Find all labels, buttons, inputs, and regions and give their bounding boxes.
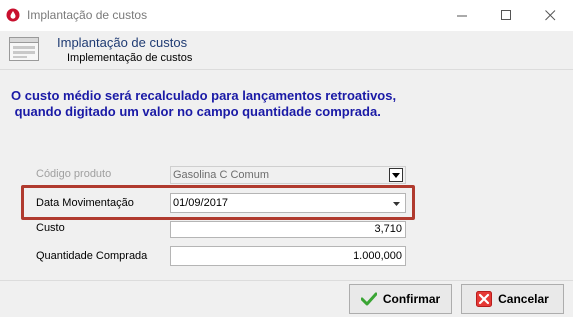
confirm-button[interactable]: Confirmar	[349, 284, 452, 314]
cancel-button[interactable]: Cancelar	[461, 284, 564, 314]
minimize-button[interactable]	[440, 0, 484, 31]
header-title: Implantação de custos	[57, 35, 188, 50]
cost-input[interactable]: 3,710	[170, 221, 406, 238]
cost-label: Custo	[36, 222, 65, 234]
app-drop-icon	[6, 8, 20, 22]
movement-date-value: 01/09/2017	[173, 197, 229, 209]
check-icon	[360, 292, 377, 306]
chevron-down-icon	[392, 172, 400, 178]
confirm-button-label: Confirmar	[382, 292, 441, 306]
close-icon	[544, 10, 555, 21]
chevron-down-icon[interactable]	[393, 202, 400, 206]
form-window-icon	[9, 37, 39, 61]
quantity-value: 1.000,000	[353, 250, 402, 262]
quantity-label: Quantidade Comprada	[36, 250, 148, 262]
movement-date-picker[interactable]: 01/09/2017	[170, 193, 406, 213]
cancel-button-label: Cancelar	[498, 292, 549, 306]
maximize-button[interactable]	[484, 0, 528, 31]
quantity-input[interactable]: 1.000,000	[170, 246, 406, 266]
product-code-value: Gasolina C Comum	[173, 169, 269, 181]
minimize-icon	[456, 15, 467, 17]
close-button[interactable]	[528, 0, 572, 31]
product-dropdown-button[interactable]	[389, 168, 403, 182]
header-subtitle: Implementação de custos	[67, 52, 193, 64]
cost-value: 3,710	[374, 223, 402, 235]
notice-text: O custo médio será recalculado para lanç…	[11, 88, 397, 119]
window-title: Implantação de custos	[27, 8, 148, 22]
product-code-combo[interactable]: Gasolina C Comum	[170, 166, 406, 184]
cancel-x-icon	[476, 291, 493, 307]
product-code-label: Código produto	[36, 168, 112, 180]
movement-date-label: Data Movimentação	[36, 197, 134, 209]
maximize-icon	[500, 10, 511, 20]
